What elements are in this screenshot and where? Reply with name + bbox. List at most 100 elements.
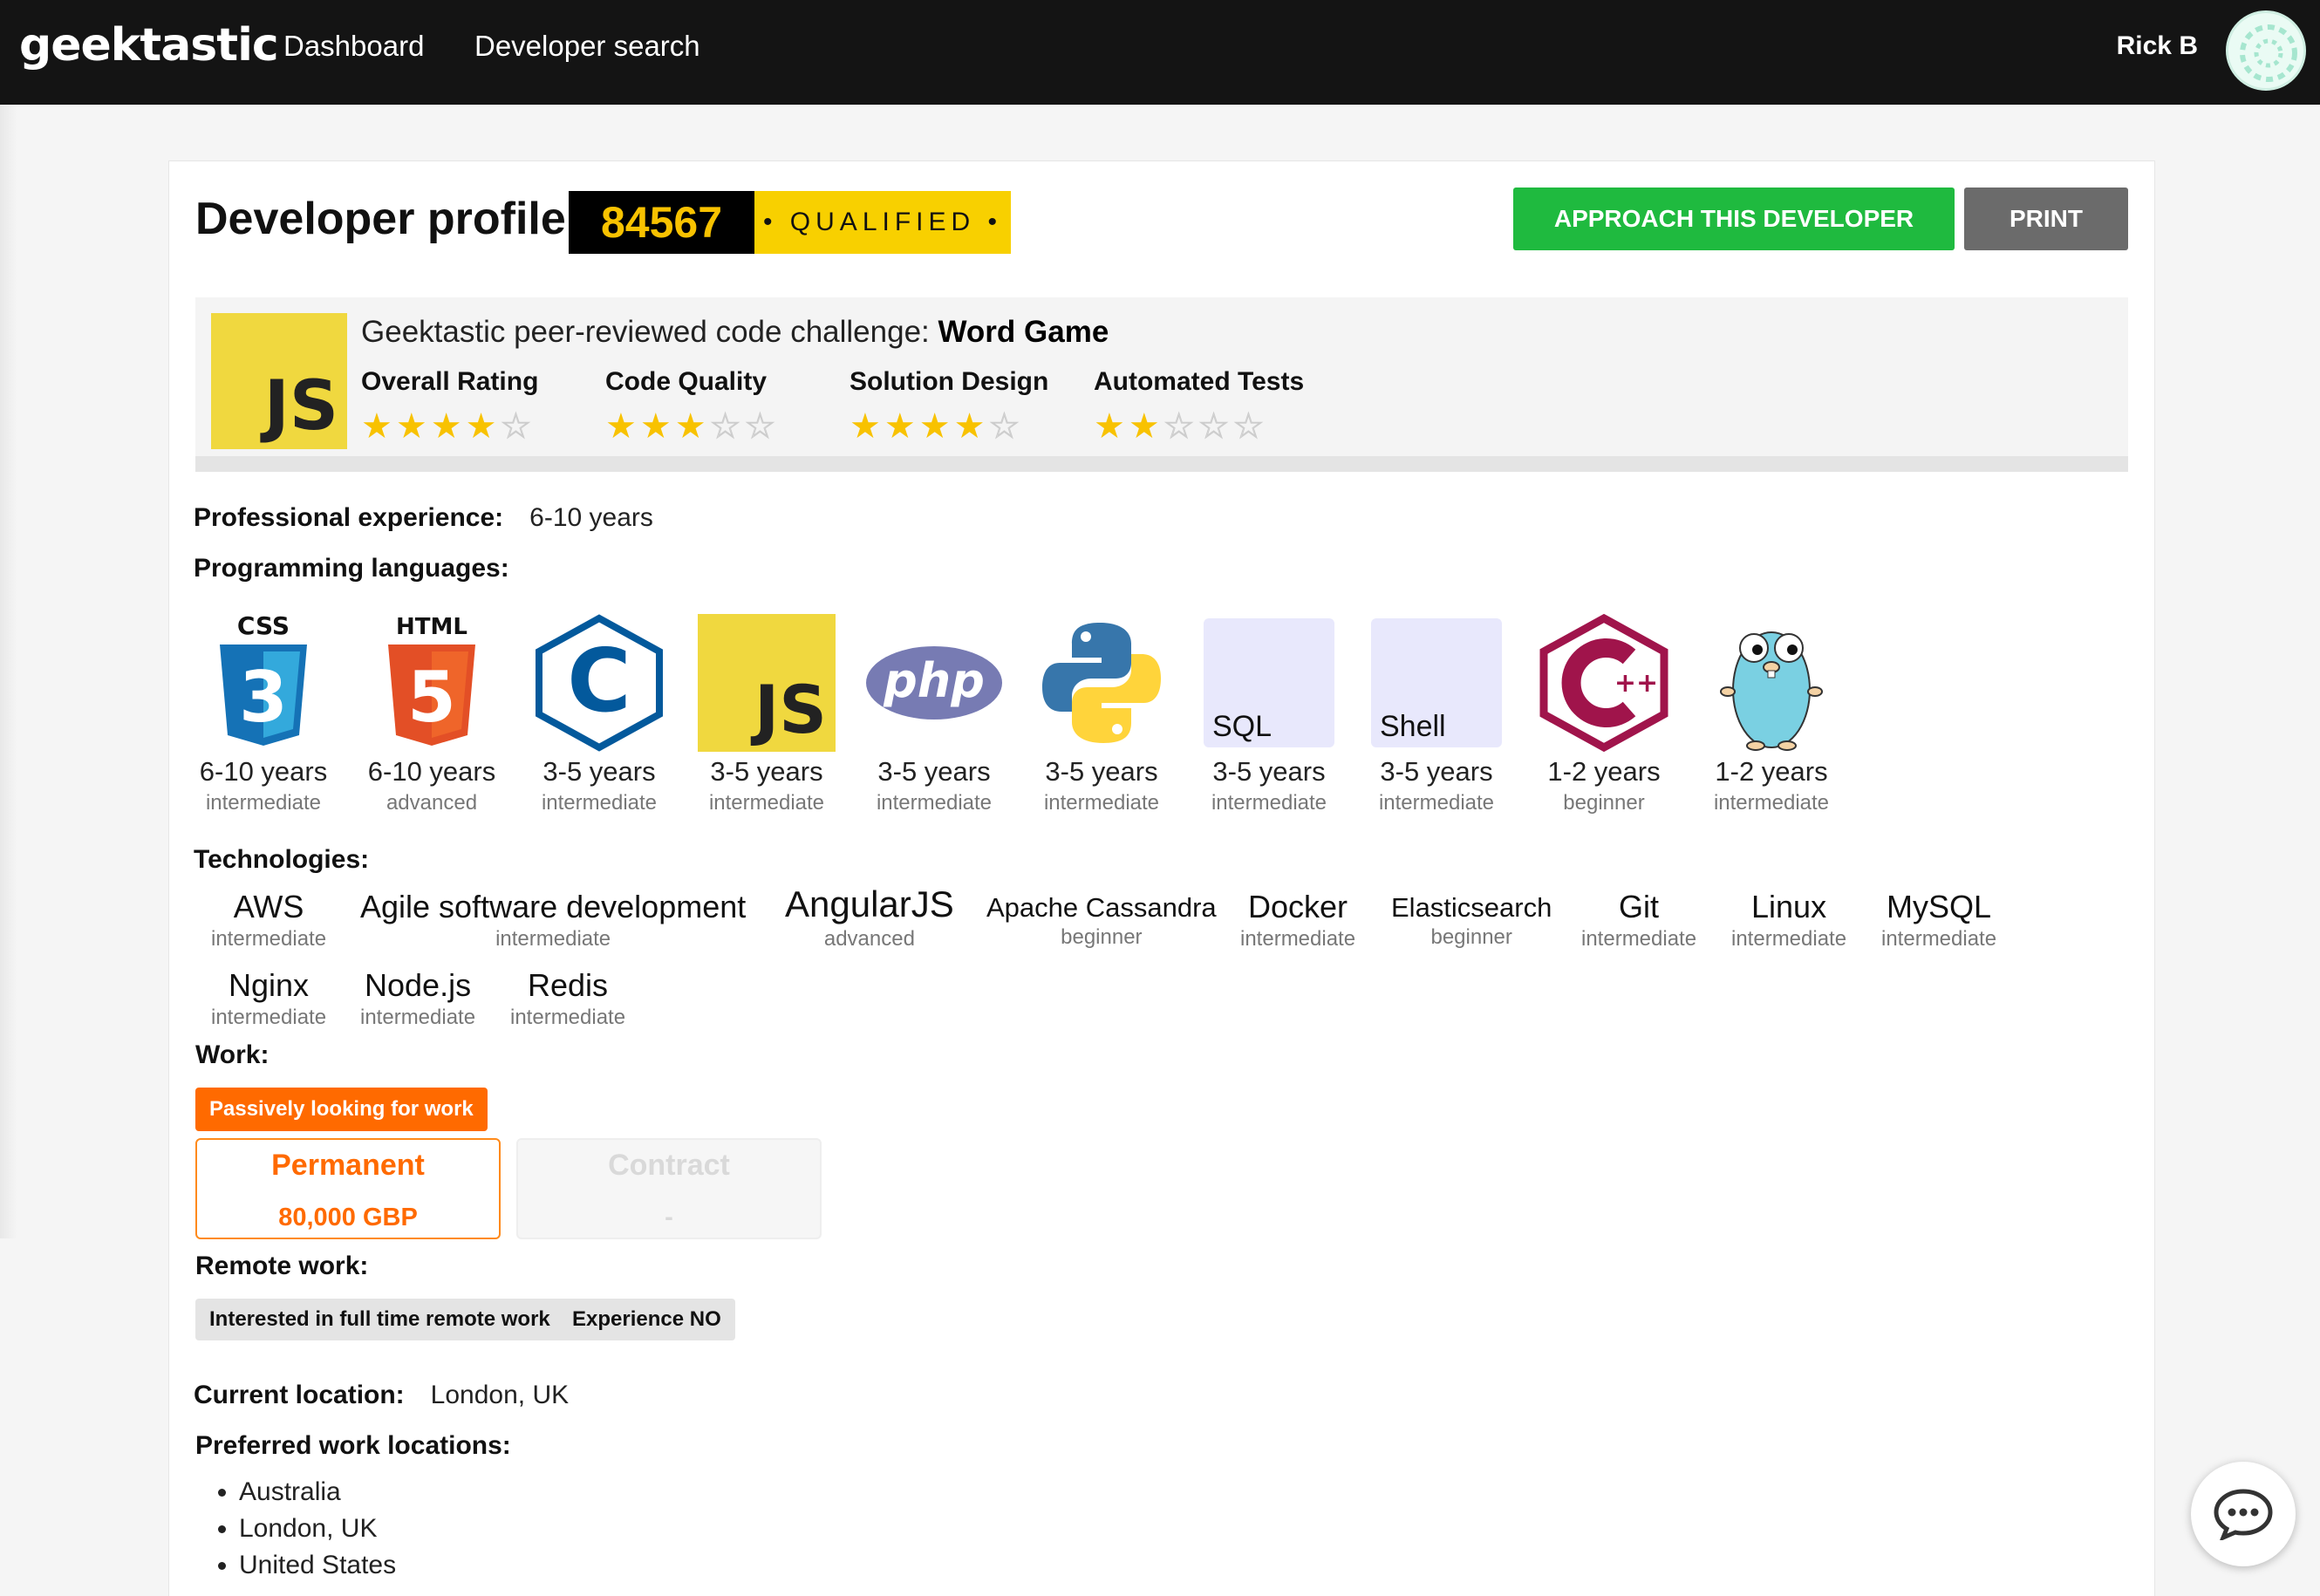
metric-solution-design: Solution Design ★★★★☆ — [850, 367, 1048, 446]
sql-logo-caption: SQL — [1212, 710, 1273, 743]
php-logo-caption: php — [883, 653, 985, 708]
permanent-title: Permanent — [271, 1149, 425, 1182]
left-shadow — [0, 105, 17, 1238]
tech-name: AWS — [233, 889, 304, 924]
html-logo-caption: HTML — [396, 614, 467, 640]
star-rating: ★★★★☆ — [850, 407, 1048, 446]
tech-item: Agile software development intermediate — [360, 889, 746, 951]
star-rating: ★★★★☆ — [361, 407, 538, 446]
language-sql: SQL 3-5 years intermediate — [1195, 613, 1343, 815]
tech-name: AngularJS — [785, 883, 954, 924]
tech-item: MySQL intermediate — [1881, 889, 1996, 951]
tech-level: intermediate — [1881, 927, 1997, 951]
nav-link-developer-search[interactable]: Developer search — [474, 30, 700, 63]
language-years: 6-10 years — [199, 756, 328, 787]
challenge-logo-text: JS — [263, 367, 338, 446]
star-empty-icon: ☆ — [1232, 407, 1268, 446]
tech-item: Elasticsearch beginner — [1391, 892, 1552, 950]
cpp-logo-caption: ++ — [1614, 668, 1658, 699]
metric-automated-tests: Automated Tests ★★☆☆☆ — [1094, 367, 1305, 446]
language-level: intermediate — [1378, 791, 1495, 815]
developer-id-badge: 84567 — [569, 191, 754, 254]
language-years: 1-2 years — [1715, 756, 1828, 787]
list-item: United States — [239, 1547, 396, 1584]
tech-name: Agile software development — [360, 889, 747, 924]
top-navigation-bar: geektastic Dashboard Developer search Ri… — [0, 0, 2320, 105]
tech-item: Docker intermediate — [1240, 889, 1355, 951]
language-python: 3-5 years intermediate — [1027, 613, 1176, 815]
metric-label: Overall Rating — [361, 367, 539, 396]
challenge-title-prefix: Geektastic peer-reviewed code challenge: — [361, 315, 930, 349]
contract-work-card: Contract - — [516, 1138, 822, 1239]
chat-bubble-icon — [2214, 1489, 2273, 1540]
metric-label: Automated Tests — [1094, 367, 1305, 396]
permanent-salary: 80,000 GBP — [278, 1204, 418, 1231]
language-level: intermediate — [1713, 791, 1830, 815]
star-filled-icon: ★ — [953, 407, 989, 446]
language-php: php 3-5 years intermediate — [860, 613, 1008, 815]
star-filled-icon: ★ — [605, 407, 640, 446]
star-empty-icon: ☆ — [744, 407, 780, 446]
language-javascript: JS 3-5 years intermediate — [693, 613, 841, 815]
star-empty-icon: ☆ — [988, 407, 1024, 446]
current-location-label: Current location: — [194, 1381, 405, 1409]
language-level: intermediate — [1211, 791, 1327, 815]
user-name[interactable]: Rick B — [2117, 31, 2198, 61]
star-empty-icon: ☆ — [1198, 407, 1233, 446]
chat-button[interactable] — [2191, 1462, 2296, 1566]
language-css: CSS 3 6-10 years intermediate — [189, 613, 338, 815]
language-level: intermediate — [1043, 791, 1160, 815]
remote-tag: Interested in full time remote work — [195, 1299, 564, 1340]
language-years: 3-5 years — [1212, 756, 1326, 787]
python-icon — [1027, 613, 1176, 753]
star-filled-icon: ★ — [674, 407, 710, 446]
php-icon: php — [860, 613, 1008, 753]
star-filled-icon: ★ — [430, 407, 466, 446]
tech-item: Nginx intermediate — [211, 967, 326, 1030]
language-html: HTML 5 6-10 years advanced — [358, 613, 506, 815]
tech-level: intermediate — [1731, 927, 1847, 951]
star-rating: ★★☆☆☆ — [1094, 407, 1304, 446]
tech-name: MySQL — [1887, 889, 1992, 924]
nav-link-dashboard[interactable]: Dashboard — [283, 30, 424, 63]
tech-item: Node.js intermediate — [360, 967, 475, 1030]
star-filled-icon: ★ — [850, 407, 884, 446]
contract-title: Contract — [608, 1149, 730, 1182]
shell-icon: Shell — [1362, 613, 1511, 753]
svg-text:5: 5 — [407, 657, 456, 738]
html5-icon: HTML 5 — [358, 613, 506, 753]
tech-item: Apache Cassandra beginner — [986, 892, 1217, 950]
tech-item: Linux intermediate — [1731, 889, 1846, 951]
star-empty-icon: ☆ — [1163, 407, 1198, 446]
tech-name: Node.js — [365, 967, 472, 1003]
code-challenge-panel: JS Geektastic peer-reviewed code challen… — [195, 297, 2128, 472]
tech-name: Redis — [528, 967, 609, 1003]
work-status-badge: Passively looking for work — [195, 1088, 488, 1131]
languages-label: Programming languages: — [194, 554, 509, 583]
javascript-icon: JS — [211, 313, 347, 449]
language-years: 3-5 years — [710, 756, 823, 787]
star-filled-icon: ★ — [361, 407, 396, 446]
print-button[interactable]: PRINT — [1964, 188, 2128, 250]
list-item: Australia — [239, 1474, 396, 1511]
star-rating: ★★★☆☆ — [605, 407, 780, 446]
star-empty-icon: ☆ — [500, 407, 536, 446]
tech-level: beginner — [1430, 925, 1512, 949]
remote-work-label: Remote work: — [195, 1252, 369, 1280]
user-avatar[interactable] — [2226, 10, 2306, 91]
star-filled-icon: ★ — [1128, 407, 1163, 446]
tech-level: advanced — [823, 927, 915, 951]
language-go: 1-2 years intermediate — [1697, 613, 1846, 815]
language-level: intermediate — [876, 791, 993, 815]
metric-overall-rating: Overall Rating ★★★★☆ — [361, 367, 539, 446]
contract-rate: - — [665, 1204, 673, 1231]
metric-code-quality: Code Quality ★★★☆☆ — [605, 367, 780, 446]
c-logo-caption: C — [567, 630, 631, 732]
tech-name: Git — [1619, 889, 1660, 924]
list-item: London, UK — [239, 1511, 396, 1547]
remote-tag: Experience NO — [558, 1299, 735, 1340]
approach-developer-button[interactable]: APPROACH THIS DEVELOPER — [1513, 188, 1955, 250]
star-filled-icon: ★ — [918, 407, 954, 446]
language-level: intermediate — [708, 791, 825, 815]
geektastic-logo[interactable]: geektastic — [19, 19, 279, 72]
